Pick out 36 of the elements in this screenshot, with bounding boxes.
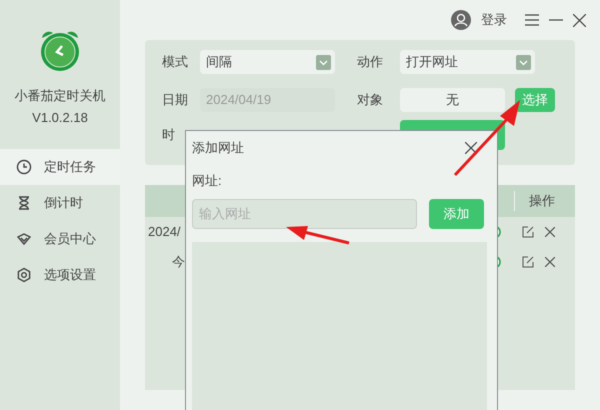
table-cell-text: 2024/: [148, 223, 181, 242]
chevron-down-icon: [316, 54, 331, 70]
delete-icon[interactable]: [545, 257, 555, 267]
sidebar-item[interactable]: 会员中心: [0, 221, 120, 257]
hourglass-icon: [16, 195, 32, 211]
delete-icon[interactable]: [545, 227, 555, 237]
close-icon[interactable]: [573, 14, 586, 26]
app-name: 小番茄定时关机: [14, 87, 106, 105]
table-cell-text: 今: [172, 253, 185, 272]
edit-icon[interactable]: [522, 256, 534, 268]
url-input[interactable]: 输入网址: [192, 198, 417, 228]
sidebar-item[interactable]: 定时任务: [0, 149, 120, 185]
target-field[interactable]: 无: [400, 88, 505, 112]
minimize-icon[interactable]: [549, 19, 563, 21]
field-label: 时: [162, 126, 176, 144]
settings-icon: [16, 267, 32, 283]
field-label: 动作: [357, 53, 384, 72]
close-icon[interactable]: [465, 142, 477, 154]
edit-icon[interactable]: [522, 226, 534, 238]
sidebar-item[interactable]: 选项设置: [0, 257, 120, 293]
diamond-icon: [16, 231, 32, 247]
app-version: V1.0.2.18: [32, 108, 88, 126]
mode-select[interactable]: 间隔: [200, 50, 335, 74]
field-label: 对象: [357, 91, 384, 110]
field-label: 模式: [162, 53, 189, 72]
chevron-down-icon: [516, 54, 531, 70]
sidebar-item[interactable]: 倒计时: [0, 185, 120, 221]
user-avatar-icon[interactable]: [451, 10, 471, 30]
clock-icon: [16, 159, 32, 175]
field-label: 日期: [162, 91, 189, 110]
login-link[interactable]: 登录: [481, 10, 507, 30]
column-header: 操作: [529, 192, 555, 210]
dialog-title: 添加网址: [192, 139, 244, 158]
menu-icon[interactable]: [525, 14, 539, 26]
url-label: 网址:: [192, 172, 223, 190]
action-select[interactable]: 打开网址: [400, 50, 535, 74]
